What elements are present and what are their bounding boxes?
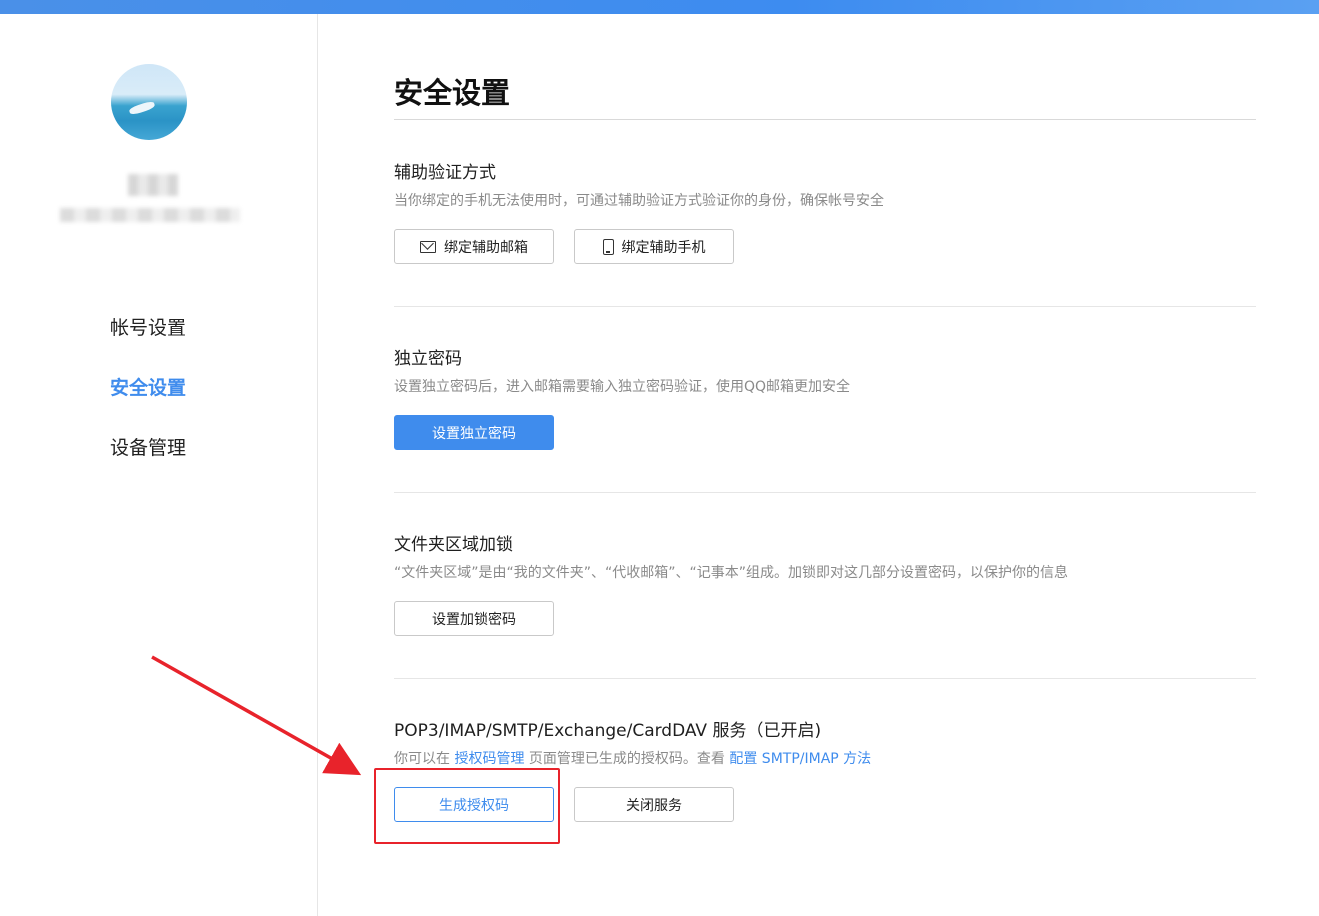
section-title: 文件夹区域加锁 [394, 535, 513, 555]
blurred-email [60, 208, 240, 222]
button-label: 绑定辅助邮箱 [444, 239, 528, 256]
avatar[interactable] [111, 64, 187, 140]
set-independent-password-button[interactable]: 设置独立密码 [394, 415, 554, 450]
sidebar-item-account-settings[interactable]: 帐号设置 [110, 314, 186, 374]
smtp-imap-config-link[interactable]: 配置 SMTP/IMAP 方法 [729, 751, 871, 767]
section-description: 你可以在 授权码管理 页面管理已生成的授权码。查看 配置 SMTP/IMAP 方… [394, 749, 1256, 769]
section-title: POP3/IMAP/SMTP/Exchange/CardDAV 服务（已开启) [394, 721, 822, 741]
button-label: 绑定辅助手机 [621, 239, 706, 256]
set-lock-password-button[interactable]: 设置加锁密码 [394, 601, 554, 636]
blurred-username [128, 174, 178, 196]
section-divider [394, 678, 1256, 679]
bind-backup-email-button[interactable]: 绑定辅助邮箱 [394, 229, 554, 264]
section-folder-lock: 文件夹区域加锁 “文件夹区域”是由“我的文件夹”、“代收邮箱”、“记事本”组成。… [394, 534, 1256, 636]
section-divider [394, 492, 1256, 493]
section-title: 独立密码 [394, 349, 462, 369]
sidebar-nav: 帐号设置 安全设置 设备管理 [110, 314, 186, 494]
auth-code-management-link[interactable]: 授权码管理 [454, 751, 524, 767]
section-auxiliary-verification: 辅助验证方式 当你绑定的手机无法使用时，可通过辅助验证方式验证你的身份，确保帐号… [394, 162, 1256, 264]
desc-text: 你可以在 [394, 751, 455, 767]
generate-auth-code-button[interactable]: 生成授权码 [394, 787, 554, 822]
top-accent-bar [0, 0, 1319, 14]
sidebar-item-security-settings[interactable]: 安全设置 [110, 374, 186, 434]
mail-icon [420, 240, 436, 253]
sidebar: 帐号设置 安全设置 设备管理 [0, 14, 318, 916]
section-title: 辅助验证方式 [394, 163, 496, 183]
desc-text: 页面管理已生成的授权码。查看 [524, 751, 730, 767]
section-divider [394, 306, 1256, 307]
page-title: 安全设置 [394, 76, 511, 110]
section-mail-protocol-service: POP3/IMAP/SMTP/Exchange/CardDAV 服务（已开启) … [394, 720, 1256, 822]
section-description: “文件夹区域”是由“我的文件夹”、“代收邮箱”、“记事本”组成。加锁即对这几部分… [394, 565, 1069, 581]
phone-icon [602, 238, 614, 255]
sidebar-item-device-management[interactable]: 设备管理 [110, 434, 186, 494]
section-description: 当你绑定的手机无法使用时，可通过辅助验证方式验证你的身份，确保帐号安全 [394, 193, 884, 209]
section-independent-password: 独立密码 设置独立密码后，进入邮箱需要输入独立密码验证，使用QQ邮箱更加安全 设… [394, 348, 1256, 450]
title-divider [394, 119, 1256, 120]
bind-backup-phone-button[interactable]: 绑定辅助手机 [574, 229, 734, 264]
section-description: 设置独立密码后，进入邮箱需要输入独立密码验证，使用QQ邮箱更加安全 [394, 379, 851, 395]
disable-service-button[interactable]: 关闭服务 [574, 787, 734, 822]
